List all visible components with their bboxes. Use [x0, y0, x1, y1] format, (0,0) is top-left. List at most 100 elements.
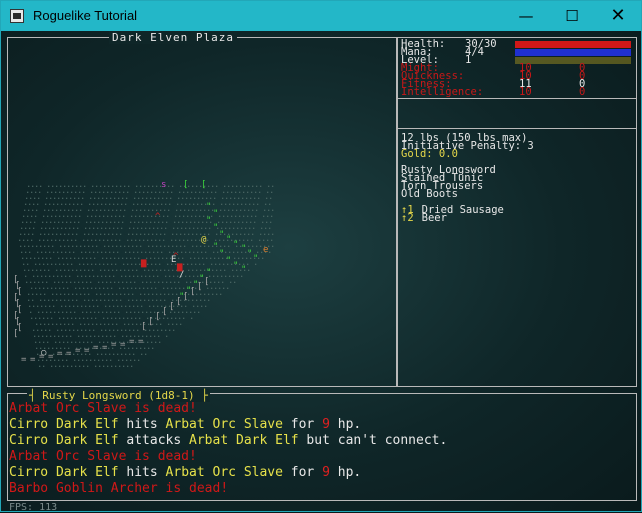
log-segment: for [282, 417, 323, 432]
log-segment: 9 [322, 465, 330, 480]
map-tile: . [225, 282, 231, 292]
trap-glyph: ^ [155, 212, 161, 222]
log-segment: hits [118, 465, 166, 480]
game-viewport[interactable]: Dark Elven Plaza .......................… [1, 31, 641, 513]
log-segment: Cirro Dark Elf [9, 417, 119, 432]
map-tile: . [129, 360, 135, 370]
stat-value: 1 [465, 54, 472, 66]
vegetation-tile: " [233, 240, 239, 250]
wall-tile: [ [155, 312, 161, 322]
map-title: Dark Elven Plaza [109, 31, 237, 44]
consumable-name: Beer [421, 212, 447, 224]
wall-tile: = [21, 355, 27, 365]
wall-tile: [ [204, 277, 210, 287]
map-feature: ○ [41, 348, 47, 358]
close-icon[interactable]: ✕ [595, 1, 641, 31]
log-segment: but can't connect. [298, 433, 448, 448]
wall-tile: = [84, 346, 90, 356]
map-tile: . [171, 324, 177, 334]
log-segment: attacks [118, 433, 190, 448]
log-segment: hits [118, 417, 166, 432]
log-segment: Arbat Orc Slave [165, 465, 283, 480]
wall-tile: [ [148, 317, 154, 327]
trap-glyph: ^ [173, 252, 179, 262]
vegetation-tile: " [219, 249, 225, 259]
equipment-item: Old Boots [401, 188, 458, 200]
log-line: Barbo Goblin Archer is dead! [9, 481, 228, 496]
game-window: Roguelike Tutorial — ☐ ✕ Dark Elven Plaz… [0, 0, 642, 513]
map-tile: . [232, 276, 238, 286]
vegetation-tile: " [206, 268, 212, 278]
map-tile: . [85, 360, 91, 370]
monster-glyph: s [161, 180, 167, 190]
log-line: Cirro Dark Elf hits Arbat Orc Slave for … [9, 417, 361, 432]
wall-tile: = [129, 337, 135, 347]
wall-tile: = [66, 349, 72, 359]
map-tile: . [189, 312, 195, 322]
vegetation-tile: " [179, 292, 185, 302]
wall-tile: [ [13, 329, 19, 339]
consumable-item[interactable]: ↑1 Dried Sausage [401, 205, 504, 216]
app-icon [10, 9, 24, 23]
gold-amount: Gold: 0.0 [401, 148, 458, 160]
monster-glyph: e [263, 245, 269, 255]
vegetation-tile: " [247, 249, 253, 259]
consumable-key: ↑2 [401, 212, 414, 224]
fps-counter: FPS: 113 [9, 502, 58, 513]
attribute-label: Intelligence: [401, 86, 484, 98]
vegetation-tile: " [213, 242, 219, 252]
title-bar[interactable]: Roguelike Tutorial — ☐ ✕ [1, 1, 641, 31]
player-glyph: @ [201, 235, 207, 245]
wall-tile: = [111, 340, 117, 350]
vegetation-tile: " [241, 265, 247, 275]
mana-bar-fill [515, 49, 631, 56]
vegetation-tile: " [241, 244, 247, 254]
log-segment: hp. [329, 417, 362, 432]
vegetation-tile: " [213, 209, 219, 219]
wall-tile: = [57, 349, 63, 359]
map-tile: . [203, 300, 209, 310]
door-tile: [ [201, 180, 207, 190]
wall-tile: = [102, 343, 108, 353]
maximize-icon[interactable]: ☐ [549, 1, 595, 31]
log-segment: Arbat Dark Elf [189, 433, 299, 448]
map-tile: . [178, 318, 184, 328]
map-tile: . [157, 336, 163, 346]
map-tile: . [150, 342, 156, 352]
log-segment: Arbat Orc Slave is dead! [9, 449, 197, 464]
map-tile: . [246, 264, 252, 274]
log-segment: 9 [322, 417, 330, 432]
consumable-item[interactable]: ↑2 Beer [401, 212, 447, 224]
log-segment: Arbat Orc Slave is dead! [9, 401, 197, 416]
xp-bar [515, 57, 631, 64]
vegetation-tile: " [226, 235, 232, 245]
wall-tile: [ [169, 302, 175, 312]
side-divider-1 [397, 98, 637, 99]
log-line: Arbat Orc Slave is dead! [9, 401, 197, 416]
wall-tile: = [93, 343, 99, 353]
vegetation-tile: " [226, 256, 232, 266]
map-tile: . [136, 354, 142, 364]
wall-tile: [ [162, 307, 168, 317]
map-tile: . [143, 348, 149, 358]
vegetation-tile: " [199, 274, 205, 284]
side-divider-2 [397, 128, 637, 129]
attribute-bonus: 0 [579, 86, 586, 98]
log-segment: Arbat Orc Slave [165, 417, 283, 432]
map-tile: . [218, 288, 224, 298]
wall-tile: [ [141, 322, 147, 332]
log-segment: hp. [329, 465, 362, 480]
log-segment: Cirro Dark Elf [9, 465, 119, 480]
vegetation-tile: " [233, 261, 239, 271]
map-tile: . [41, 360, 47, 370]
log-segment: Barbo Goblin Archer is dead! [9, 481, 229, 496]
log-line: Cirro Dark Elf hits Arbat Orc Slave for … [9, 465, 361, 480]
vegetation-tile: " [253, 254, 259, 264]
vegetation-tile: " [206, 216, 212, 226]
log-segment: Cirro Dark Elf [9, 433, 119, 448]
attribute-value: 10 [519, 86, 532, 98]
minimize-icon[interactable]: — [503, 1, 549, 31]
item-glyph: / [179, 270, 185, 280]
wall-tile: = [75, 346, 81, 356]
wall-tile: = [138, 337, 144, 347]
